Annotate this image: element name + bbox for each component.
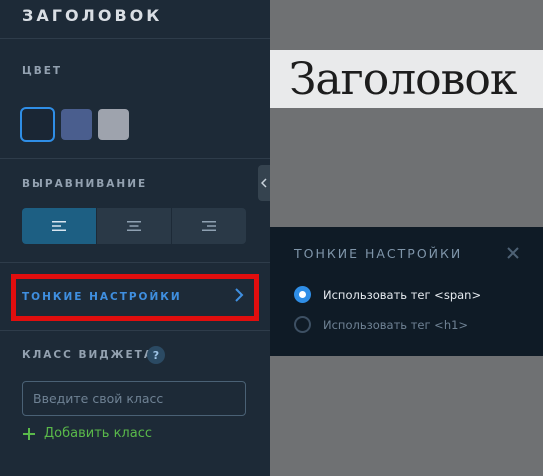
radio-unchecked-icon (294, 316, 311, 333)
panel-title: ЗАГОЛОВОК (22, 6, 163, 25)
heading-preview-text: Заголовок (289, 54, 517, 105)
close-icon[interactable] (506, 246, 520, 260)
align-center-button[interactable] (96, 208, 171, 244)
divider (0, 262, 270, 263)
alignment-section-label: ВЫРАВНИВАНИЕ (22, 178, 148, 190)
divider (0, 330, 270, 331)
align-right-icon (202, 221, 216, 231)
divider (0, 38, 270, 39)
fine-settings-row[interactable]: ТОНКИЕ НАСТРОЙКИ (11, 274, 259, 321)
help-icon[interactable]: ? (147, 346, 165, 364)
divider (0, 158, 270, 159)
add-class-button[interactable]: Добавить класс (22, 426, 152, 441)
plus-icon (23, 427, 35, 440)
align-center-icon (127, 221, 141, 231)
popup-title: ТОНКИЕ НАСТРОЙКИ (294, 246, 463, 261)
color-section-label: ЦВЕТ (22, 65, 63, 77)
align-right-button[interactable] (171, 208, 246, 244)
heading-preview[interactable]: Заголовок (270, 50, 543, 108)
chevron-left-icon (261, 178, 267, 188)
widget-class-label: КЛАСС ВИДЖЕТА (22, 349, 154, 361)
widget-class-input[interactable] (22, 381, 246, 416)
radio-label: Использовать тег <h1> (323, 317, 469, 332)
settings-panel: ЗАГОЛОВОК ЦВЕТ ВЫРАВНИВАНИЕ ТОНКИЕ НАСТР… (0, 0, 270, 476)
swatch-dark-navy[interactable] (22, 109, 53, 140)
radio-checked-icon (294, 286, 311, 303)
chevron-right-icon (235, 288, 244, 302)
radio-use-span-tag[interactable]: Использовать тег <span> (294, 286, 481, 303)
radio-use-h1-tag[interactable]: Использовать тег <h1> (294, 316, 468, 333)
add-class-label: Добавить класс (44, 426, 152, 441)
alignment-button-group (22, 208, 246, 244)
swatch-slate-blue[interactable] (61, 109, 92, 140)
align-left-button[interactable] (22, 208, 96, 244)
fine-settings-popup: ТОНКИЕ НАСТРОЙКИ Использовать тег <span>… (270, 227, 543, 356)
collapse-panel-handle[interactable] (258, 165, 270, 201)
radio-label: Использовать тег <span> (323, 287, 482, 302)
align-left-icon (52, 221, 66, 231)
fine-settings-label: ТОНКИЕ НАСТРОЙКИ (22, 291, 182, 303)
swatch-light-gray[interactable] (98, 109, 129, 140)
